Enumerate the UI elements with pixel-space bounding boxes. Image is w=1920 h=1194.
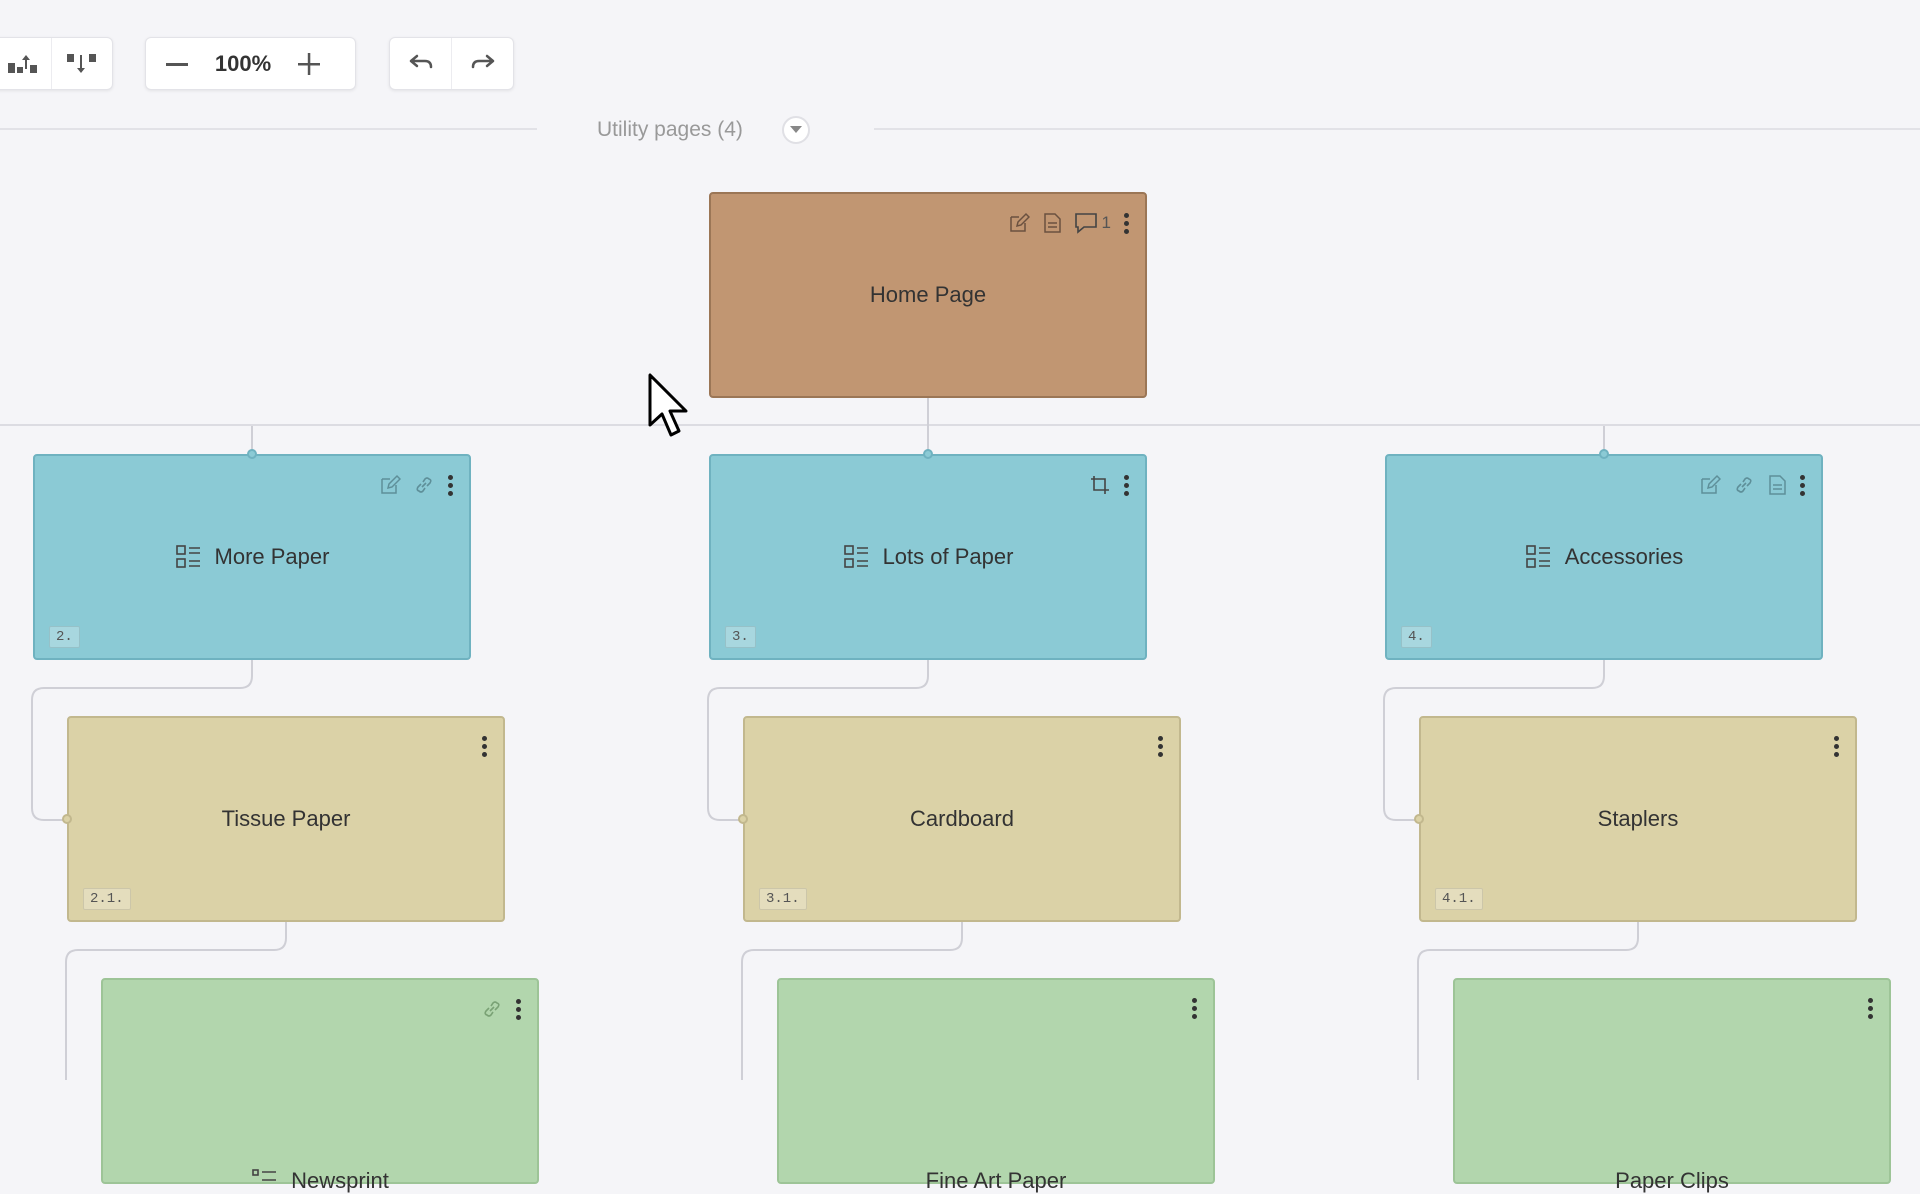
subpage-title: Tissue Paper [221, 806, 351, 831]
mouse-cursor-icon [648, 373, 688, 437]
card-actions [1191, 998, 1197, 1019]
more-options-icon[interactable] [1123, 474, 1129, 496]
connector-dot[interactable] [247, 449, 257, 459]
card-actions [1867, 998, 1873, 1019]
connector-dot[interactable] [923, 449, 933, 459]
subpage-title: Staplers [1597, 806, 1679, 831]
more-options-icon[interactable] [447, 474, 453, 496]
card-title: Fine Art Paper [779, 1168, 1213, 1194]
card-title: Cardboard [745, 806, 1179, 832]
connector-dot[interactable] [738, 814, 748, 824]
leaf-card-newsprint[interactable]: Newsprint [101, 978, 539, 1193]
page-number-badge: 4.1. [1435, 888, 1483, 910]
card-actions [481, 998, 521, 1020]
edit-icon[interactable] [379, 474, 401, 496]
link-icon[interactable] [413, 474, 435, 496]
home-page-title: Home Page [869, 282, 987, 307]
more-options-icon[interactable] [481, 736, 487, 757]
card-actions: 1 [1008, 212, 1129, 234]
card-actions [1157, 736, 1163, 757]
page-icon[interactable] [1767, 474, 1787, 496]
link-icon[interactable] [1733, 474, 1755, 496]
subpage-card-cardboard[interactable]: Cardboard 3.1. [743, 716, 1181, 922]
list-icon [843, 545, 868, 568]
more-options-icon[interactable] [1123, 212, 1129, 234]
subpage-title: Cardboard [910, 806, 1014, 831]
card-title: Newsprint [103, 1168, 537, 1194]
section-title: Accessories [1564, 544, 1684, 569]
more-options-icon[interactable] [1799, 474, 1805, 496]
section-title: Lots of Paper [882, 544, 1014, 569]
connector-dot[interactable] [1599, 449, 1609, 459]
list-icon [175, 545, 200, 568]
leaf-card-fine-art-paper[interactable]: Fine Art Paper [777, 978, 1215, 1193]
subpage-card-staplers[interactable]: Staplers 4.1. [1419, 716, 1857, 922]
page-number-badge: 3.1. [759, 888, 807, 910]
leaf-title: Newsprint [291, 1168, 389, 1193]
card-title: Home Page [711, 282, 1145, 308]
card-actions [481, 736, 487, 757]
list-icon [252, 1169, 277, 1181]
card-actions [1089, 474, 1129, 496]
edit-icon[interactable] [1008, 212, 1030, 234]
more-options-icon[interactable] [1157, 736, 1163, 757]
link-icon[interactable] [481, 998, 503, 1020]
comment-count: 1 [1101, 213, 1111, 232]
card-actions [379, 474, 453, 496]
more-options-icon[interactable] [1191, 998, 1197, 1019]
subpage-card-tissue-paper[interactable]: Tissue Paper 2.1. [67, 716, 505, 922]
comment-icon[interactable] [1074, 212, 1098, 234]
section-card-lots-of-paper[interactable]: Lots of Paper 3. [709, 454, 1147, 660]
crop-icon[interactable] [1089, 474, 1111, 496]
edit-icon[interactable] [1699, 474, 1721, 496]
page-number-badge: 3. [725, 626, 756, 648]
page-number-badge: 4. [1401, 626, 1432, 648]
card-actions [1699, 474, 1805, 496]
card-title: More Paper [35, 544, 469, 570]
leaf-card-paper-clips[interactable]: Paper Clips [1453, 978, 1891, 1193]
page-number-badge: 2.1. [83, 888, 131, 910]
more-options-icon[interactable] [1833, 736, 1839, 757]
page-icon[interactable] [1042, 212, 1062, 234]
home-page-card[interactable]: 1 Home Page [709, 192, 1147, 398]
connector-dot[interactable] [1414, 814, 1424, 824]
leaf-title: Fine Art Paper [925, 1168, 1067, 1193]
more-options-icon[interactable] [1867, 998, 1873, 1019]
card-title: Accessories [1387, 544, 1821, 570]
list-icon [1525, 545, 1550, 568]
connector-dot[interactable] [62, 814, 72, 824]
card-title: Paper Clips [1455, 1168, 1889, 1194]
page-number-badge: 2. [49, 626, 80, 648]
section-card-more-paper[interactable]: More Paper 2. [33, 454, 471, 660]
card-title: Staplers [1421, 806, 1855, 832]
card-title: Lots of Paper [711, 544, 1145, 570]
leaf-title: Paper Clips [1615, 1168, 1729, 1193]
section-card-accessories[interactable]: Accessories 4. [1385, 454, 1823, 660]
card-actions [1833, 736, 1839, 757]
card-title: Tissue Paper [69, 806, 503, 832]
section-title: More Paper [214, 544, 330, 569]
more-options-icon[interactable] [515, 998, 521, 1020]
